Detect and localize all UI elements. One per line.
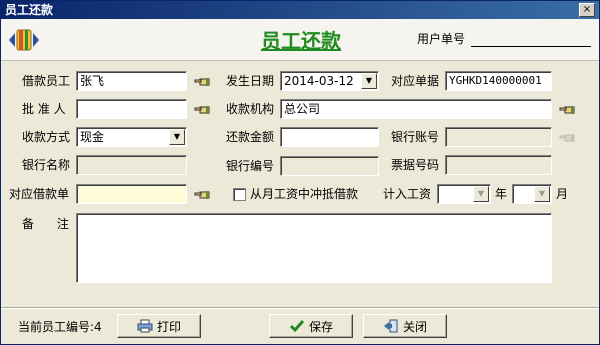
print-button-label: 打印 (156, 319, 181, 334)
save-button-label: 保存 (308, 319, 333, 334)
receiver-label: 收款机构 (226, 102, 275, 116)
pay-method-label: 收款方式 (22, 130, 71, 144)
hand-pointer-icon[interactable] (194, 104, 210, 116)
receipt-no-label: 票据号码 (391, 158, 440, 172)
hand-pointer-icon (559, 134, 575, 142)
borrower-input[interactable]: 张飞 (76, 71, 187, 91)
hand-pointer-icon[interactable] (194, 189, 210, 201)
chevron-down-icon[interactable]: ▼ (534, 186, 550, 202)
close-button-label: 关闭 (402, 319, 427, 334)
bank-account-label: 银行账号 (391, 130, 440, 144)
year-select[interactable]: ▼ (437, 184, 491, 204)
approver-label: 批 准 人 (22, 102, 66, 116)
deduct-label: 从月工资中冲抵借款 (250, 187, 359, 201)
save-button[interactable]: 保存 (269, 314, 353, 338)
chevron-down-icon[interactable]: ▼ (361, 73, 377, 89)
year-unit-label: 年 (495, 187, 508, 201)
checkmark-icon (289, 320, 305, 333)
window-close-button[interactable]: × (579, 3, 595, 17)
bank-code-label: 银行编号 (226, 159, 275, 173)
salary-label: 计入工资 (383, 187, 432, 201)
exit-door-icon (383, 319, 398, 333)
month-select[interactable]: ▼ (512, 184, 552, 204)
doc-no-input[interactable]: YGHKD140000001 (445, 71, 552, 91)
form-title: 员工还款 (261, 29, 341, 53)
approver-input[interactable] (76, 99, 187, 119)
deduct-checkbox[interactable] (233, 188, 246, 201)
bank-name-input (76, 155, 187, 175)
repayment-window: 员工还款 × 员工还款 用户单号 借款员工 张飞 发生日期 2014-03-12… (0, 0, 600, 345)
remark-textarea[interactable] (76, 213, 552, 283)
print-button[interactable]: 打印 (117, 314, 201, 338)
date-label: 发生日期 (226, 74, 275, 88)
bank-account-input (445, 127, 552, 147)
hand-pointer-icon[interactable] (559, 104, 575, 116)
remark-label: 备 注 (22, 217, 69, 231)
user-no-field[interactable] (471, 29, 591, 47)
bank-name-label: 银行名称 (22, 158, 71, 172)
current-employee-label: 当前员工编号:4 (18, 320, 102, 334)
amount-label: 还款金额 (226, 130, 275, 144)
receipt-no-input (445, 155, 552, 175)
user-no-label: 用户单号 (417, 32, 466, 46)
loan-doc-input[interactable] (76, 184, 187, 204)
month-unit-label: 月 (556, 187, 569, 201)
footer-divider-highlight (1, 308, 599, 309)
header-strip: 员工还款 用户单号 (1, 19, 599, 61)
chevron-down-icon[interactable]: ▼ (473, 186, 489, 202)
loan-doc-label: 对应借款单 (9, 187, 70, 201)
date-picker[interactable]: 2014-03-12 ▼ (280, 71, 379, 91)
amount-input[interactable] (280, 127, 379, 147)
pay-method-select[interactable]: 现金 ▼ (76, 127, 187, 147)
folder-pencil-icon[interactable] (7, 25, 41, 55)
chevron-down-icon[interactable]: ▼ (169, 129, 185, 145)
bank-code-input (280, 156, 379, 176)
borrower-label: 借款员工 (22, 74, 71, 88)
title-bar[interactable]: 员工还款 × (1, 1, 599, 19)
hand-pointer-icon[interactable] (194, 76, 210, 88)
window-title: 员工还款 (5, 3, 54, 17)
doc-no-label: 对应单据 (391, 74, 440, 88)
printer-icon (137, 319, 153, 333)
close-button[interactable]: 关闭 (363, 314, 447, 338)
receiver-input[interactable]: 总公司 (280, 99, 552, 119)
